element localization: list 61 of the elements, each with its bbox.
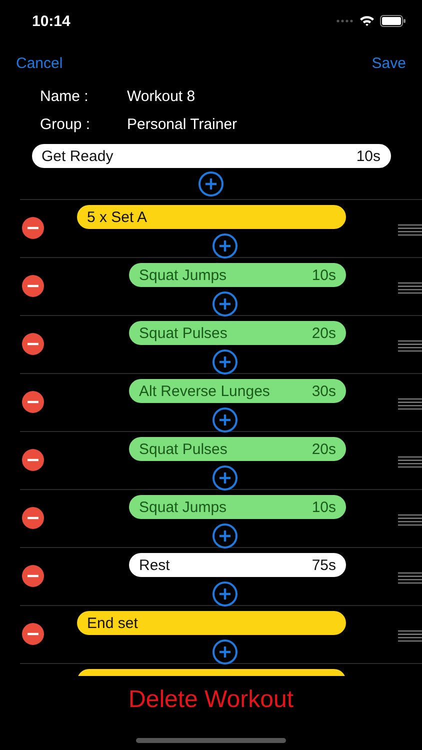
drag-handle-icon[interactable] bbox=[398, 572, 422, 584]
battery-icon bbox=[380, 15, 406, 27]
field-label: Group : bbox=[40, 116, 92, 132]
delete-icon[interactable] bbox=[22, 565, 44, 587]
add-icon[interactable] bbox=[212, 465, 238, 491]
add-icon[interactable] bbox=[212, 233, 238, 259]
exercise-pill[interactable]: Squat Pulses 20s bbox=[129, 321, 346, 345]
drag-handle-icon[interactable] bbox=[398, 514, 422, 526]
save-button[interactable]: Save bbox=[372, 48, 406, 78]
drag-handle-icon[interactable] bbox=[398, 456, 422, 468]
delete-workout-button[interactable]: Delete Workout bbox=[128, 686, 294, 714]
delete-icon[interactable] bbox=[22, 623, 44, 645]
cancel-button[interactable]: Cancel bbox=[16, 48, 63, 78]
add-icon[interactable] bbox=[212, 523, 238, 549]
exercise-name: Alt Reverse Lunges bbox=[139, 382, 270, 400]
add-icon[interactable] bbox=[212, 639, 238, 665]
add-icon[interactable] bbox=[212, 291, 238, 317]
exercise-duration: 10s bbox=[312, 266, 336, 284]
delete-icon[interactable] bbox=[22, 275, 44, 297]
exercise-name: Squat Jumps bbox=[139, 498, 227, 516]
drag-handle-icon[interactable] bbox=[398, 340, 422, 352]
exercise-name: Get Ready bbox=[42, 148, 114, 164]
exercise-name: End set bbox=[87, 614, 138, 632]
exercise-pill[interactable]: Squat Jumps 10s bbox=[129, 495, 346, 519]
field-label: Name : bbox=[40, 88, 90, 104]
field-value: Workout 8 bbox=[127, 88, 196, 104]
wifi-icon bbox=[359, 15, 375, 27]
exercise-name: Squat Pulses bbox=[139, 440, 228, 458]
add-icon[interactable] bbox=[212, 581, 238, 607]
exercise-pill[interactable]: Get Ready 10s bbox=[32, 144, 390, 168]
exercise-pill[interactable]: Squat Jumps 10s bbox=[129, 263, 346, 287]
drag-handle-icon[interactable] bbox=[398, 224, 422, 236]
drag-handle-icon[interactable] bbox=[398, 398, 422, 410]
delete-icon[interactable] bbox=[22, 217, 44, 239]
drag-handle-icon[interactable] bbox=[398, 282, 422, 294]
add-icon[interactable] bbox=[198, 171, 224, 197]
exercise-name: Squat Jumps bbox=[139, 266, 227, 284]
exercise-duration: 30s bbox=[312, 382, 336, 400]
drag-handle-icon[interactable] bbox=[398, 630, 422, 642]
add-icon[interactable] bbox=[212, 407, 238, 433]
set-pill[interactable]: End set bbox=[77, 611, 346, 635]
set-pill[interactable]: 5 x Set A bbox=[77, 205, 346, 229]
delete-icon[interactable] bbox=[22, 391, 44, 413]
status-time: 10:14 bbox=[32, 12, 70, 30]
field-value: Personal Trainer bbox=[127, 116, 238, 132]
delete-icon[interactable] bbox=[22, 507, 44, 529]
exercise-duration: 10s bbox=[356, 148, 380, 164]
exercise-pill[interactable]: Squat Pulses 20s bbox=[129, 437, 346, 461]
delete-icon[interactable] bbox=[22, 449, 44, 471]
exercise-duration: 75s bbox=[312, 556, 336, 574]
exercise-pill[interactable]: Alt Reverse Lunges 30s bbox=[129, 379, 346, 403]
delete-icon[interactable] bbox=[22, 333, 44, 355]
exercise-name: Rest bbox=[139, 556, 170, 574]
signal-icon bbox=[336, 18, 354, 24]
exercise-duration: 20s bbox=[312, 440, 336, 458]
add-icon[interactable] bbox=[212, 349, 238, 375]
exercise-name: Squat Pulses bbox=[139, 324, 228, 342]
exercise-duration: 10s bbox=[312, 498, 336, 516]
exercise-name: 5 x Set A bbox=[87, 208, 148, 226]
exercise-pill[interactable]: Rest 75s bbox=[129, 553, 346, 577]
exercise-duration: 20s bbox=[312, 324, 336, 342]
